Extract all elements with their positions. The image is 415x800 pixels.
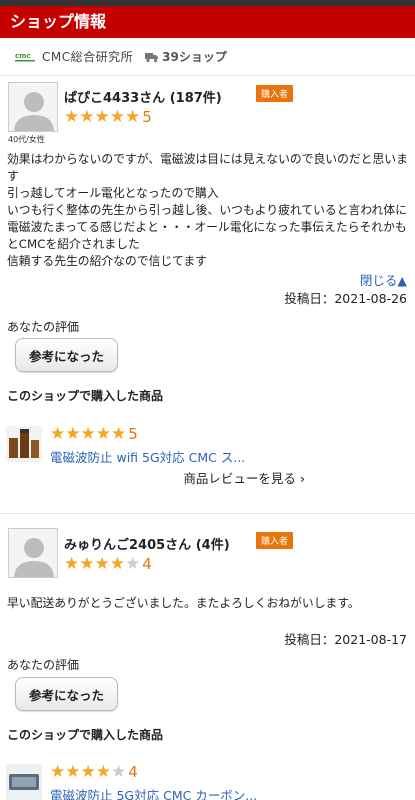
- product-rating: ★★★★★ 5: [50, 424, 138, 444]
- purchased-product-label: このショップで購入した商品: [7, 389, 164, 403]
- product-link[interactable]: 電磁波防止 wifi 5G対応 CMC ス...: [50, 447, 245, 466]
- product-thumbnail[interactable]: [6, 764, 42, 800]
- product-image-icon: [6, 426, 42, 462]
- product-review-label[interactable]: 商品レビューを見る: [183, 471, 296, 486]
- review-text: 効果はわからないのですが、電磁波は目には見えないので良いのだと思います 引っ越し…: [7, 152, 408, 268]
- star-icons: ★★★★: [50, 762, 111, 782]
- page-header: ショップ情報: [0, 6, 415, 38]
- review-rating: ★★★★★ 5: [64, 107, 152, 127]
- close-link[interactable]: 閉じる▲: [360, 270, 407, 289]
- buyer-badge: 購入者: [256, 532, 294, 549]
- product-rating: ★★★★★ 4: [50, 762, 138, 782]
- rating-value: 4: [142, 555, 152, 573]
- review-item: みゅりんご2405さん (4件) 購入者 ★★★★★ 4 早い配送ありがとうござい…: [0, 514, 415, 800]
- product-review-link[interactable]: 商品レビューを見る ›: [183, 468, 305, 487]
- avatar: [8, 528, 58, 578]
- page-title: ショップ情報: [10, 12, 107, 31]
- shop-name[interactable]: CMC総合研究所: [42, 48, 133, 65]
- user-silhouette-icon: [14, 538, 54, 577]
- star-icons: ★★★★★: [50, 424, 127, 444]
- svg-text:cmc: cmc: [15, 52, 31, 60]
- star-off-icons: ★: [124, 554, 141, 574]
- rating-value: 5: [128, 425, 138, 443]
- shop-logo-icon: cmc: [14, 50, 36, 64]
- review-rating: ★★★★★ 4: [64, 554, 152, 574]
- reviewer-name[interactable]: ぱぴこ4433さん (187件): [64, 87, 222, 106]
- product-image-icon: [6, 764, 42, 800]
- shop-bar[interactable]: cmc CMC総合研究所 39ショップ: [0, 38, 415, 76]
- product-link[interactable]: 電磁波防止 5G対応 CMC カーボン...: [50, 785, 257, 800]
- rating-value: 5: [142, 108, 152, 126]
- helpful-button[interactable]: 参考になった: [15, 677, 118, 711]
- helpful-button[interactable]: 参考になった: [15, 338, 118, 372]
- your-rating-label: あなたの評価: [7, 320, 80, 334]
- post-date: 投稿日：2021-08-17: [284, 632, 407, 647]
- reviewer-name[interactable]: みゅりんご2405さん (4件): [64, 534, 230, 553]
- avatar: [8, 82, 58, 132]
- truck-icon: [145, 51, 159, 63]
- rating-value: 4: [128, 763, 138, 781]
- user-silhouette-icon: [14, 92, 54, 131]
- star-icons: ★★★★: [64, 554, 125, 574]
- reviewer-age: 40代/女性: [8, 135, 45, 144]
- star-icons: ★★★★★: [64, 107, 141, 127]
- purchased-product-label: このショップで購入した商品: [7, 728, 164, 742]
- post-date: 投稿日：2021-08-26: [284, 291, 407, 306]
- buyer-badge: 購入者: [256, 85, 294, 102]
- shop-count[interactable]: 39ショップ: [162, 48, 227, 65]
- chevron-right-icon: ›: [299, 471, 305, 486]
- your-rating-label: あなたの評価: [7, 658, 80, 672]
- product-thumbnail[interactable]: [6, 426, 42, 462]
- review-item: 40代/女性 ぱぴこ4433さん (187件) 購入者 ★★★★★ 5 効果はわか…: [0, 76, 415, 514]
- review-text: 早い配送ありがとうございました。またよろしくおねがいします。: [7, 596, 360, 610]
- star-off-icons: ★: [110, 762, 127, 782]
